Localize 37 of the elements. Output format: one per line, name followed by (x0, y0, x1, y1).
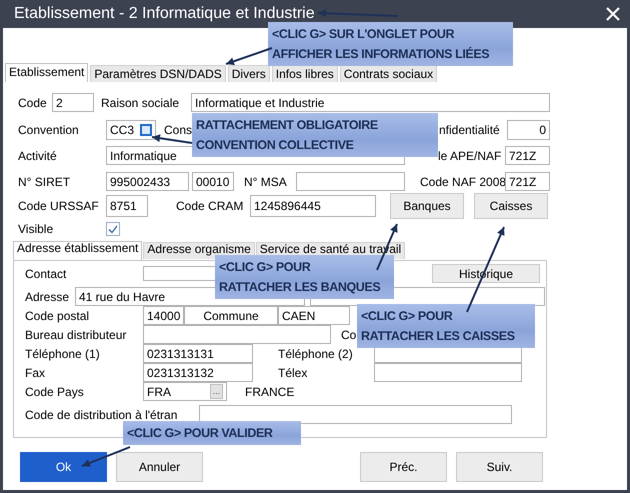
field-label: Téléphone (1) (25, 346, 100, 360)
field-label: le APE/NAF (438, 148, 502, 162)
field-label: Bureau distributeur (25, 328, 126, 342)
callout-text: RATTACHEMENT OBLIGATOIRE (196, 117, 379, 134)
field-label: Co (341, 328, 356, 342)
field-label: Code (18, 96, 47, 110)
field-label: Contact (25, 266, 66, 280)
field-label: Commune (184, 306, 278, 325)
callout-text: <CLIC G> POUR (219, 259, 312, 276)
field-label: Code de distribution à l'étran (25, 408, 178, 422)
field-label: N° SIRET (18, 174, 70, 188)
field-label: Cons (164, 123, 192, 137)
field-label: Code NAF 2008 (420, 174, 506, 188)
field-label: FRANCE (245, 384, 294, 398)
field-value: FRA (147, 384, 171, 400)
field-label: Convention (18, 123, 79, 137)
field-label: Raison sociale (101, 96, 180, 110)
field-label: Adresse (25, 290, 70, 304)
callout-text: <CLIC G> POUR (361, 308, 454, 325)
field-label: Code CRAM (176, 199, 244, 213)
window-title: Etablissement - 2 Informatique et Industrie (14, 4, 315, 24)
field-label: Fax (25, 366, 46, 380)
field-label: Code postal (25, 308, 90, 322)
field-label: Activité (18, 148, 57, 162)
callout-text: <CLIC G> POUR VALIDER (127, 425, 274, 442)
field-label: Téléphone (2) (278, 346, 353, 360)
callout-text: <CLIC G> SUR L'ONGLET POUR (272, 26, 456, 43)
callout-text: CONVENTION COLLECTIVE (196, 137, 355, 154)
callout-text: AFFICHER LES INFORMATIONS LIÉES (272, 46, 490, 63)
field-label: Visible (18, 222, 54, 236)
field-label: Code Pays (25, 384, 84, 398)
field-label: nfidentialité (439, 123, 500, 137)
field-label: Code URSSAF (18, 199, 99, 213)
field-label: N° MSA (244, 174, 287, 188)
callout-text: RATTACHER LES CAISSES (361, 328, 516, 345)
field-value: CC3 (110, 122, 134, 139)
field-label: Télex (278, 366, 308, 380)
